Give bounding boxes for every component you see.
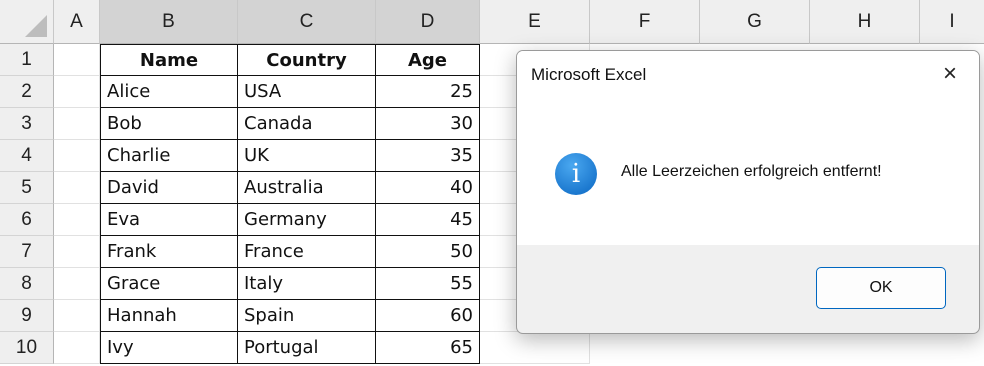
table-cell-country[interactable]: Canada	[238, 108, 376, 140]
table-cell-country[interactable]: Italy	[238, 268, 376, 300]
table-cell-name[interactable]: Alice	[100, 76, 238, 108]
dialog-title: Microsoft Excel	[531, 65, 647, 84]
cell-a7[interactable]	[54, 236, 100, 268]
table-cell-name[interactable]: Bob	[100, 108, 238, 140]
row-header-3[interactable]: 3	[0, 108, 54, 140]
column-header-d[interactable]: D	[376, 0, 480, 44]
cell-a9[interactable]	[54, 300, 100, 332]
table-header-age[interactable]: Age	[376, 44, 480, 76]
cell-a2[interactable]	[54, 76, 100, 108]
table-cell-age[interactable]: 40	[376, 172, 480, 204]
column-header-b[interactable]: B	[100, 0, 238, 44]
column-header-c[interactable]: C	[238, 0, 376, 44]
cell-a1[interactable]	[54, 44, 100, 76]
dialog-title-bar[interactable]: Microsoft Excel ×	[517, 51, 979, 101]
column-header-g[interactable]: G	[700, 0, 810, 44]
ok-button[interactable]: OK	[816, 267, 946, 309]
table-cell-name[interactable]: Ivy	[100, 332, 238, 364]
cell-a10[interactable]	[54, 332, 100, 364]
cell-a8[interactable]	[54, 268, 100, 300]
row-header-1[interactable]: 1	[0, 44, 54, 76]
table-cell-name[interactable]: Eva	[100, 204, 238, 236]
table-cell-name[interactable]: David	[100, 172, 238, 204]
table-cell-age[interactable]: 35	[376, 140, 480, 172]
table-cell-age[interactable]: 60	[376, 300, 480, 332]
info-icon: i	[555, 153, 597, 195]
column-header-h[interactable]: H	[810, 0, 920, 44]
message-dialog: Microsoft Excel × i Alle Leerzeichen erf…	[516, 50, 980, 334]
table-cell-name[interactable]: Hannah	[100, 300, 238, 332]
table-header-country[interactable]: Country	[238, 44, 376, 76]
table-cell-name[interactable]: Charlie	[100, 140, 238, 172]
table-cell-country[interactable]: Portugal	[238, 332, 376, 364]
select-all-corner[interactable]	[0, 0, 54, 44]
table-cell-country[interactable]: Spain	[238, 300, 376, 332]
table-header-name[interactable]: Name	[100, 44, 238, 76]
row-header-7[interactable]: 7	[0, 236, 54, 268]
row-header-10[interactable]: 10	[0, 332, 54, 364]
table-cell-age[interactable]: 30	[376, 108, 480, 140]
dialog-body: i Alle Leerzeichen erfolgreich entfernt!	[517, 101, 979, 245]
table-cell-country[interactable]: France	[238, 236, 376, 268]
table-cell-name[interactable]: Grace	[100, 268, 238, 300]
column-header-f[interactable]: F	[590, 0, 700, 44]
table-cell-country[interactable]: USA	[238, 76, 376, 108]
table-cell-age[interactable]: 65	[376, 332, 480, 364]
table-cell-country[interactable]: Germany	[238, 204, 376, 236]
cell-a6[interactable]	[54, 204, 100, 236]
cell-a5[interactable]	[54, 172, 100, 204]
table-cell-country[interactable]: UK	[238, 140, 376, 172]
cell-a3[interactable]	[54, 108, 100, 140]
row-header-2[interactable]: 2	[0, 76, 54, 108]
select-all-triangle-icon	[25, 15, 47, 37]
row-header-8[interactable]: 8	[0, 268, 54, 300]
row-header-6[interactable]: 6	[0, 204, 54, 236]
table-cell-age[interactable]: 55	[376, 268, 480, 300]
table-cell-country[interactable]: Australia	[238, 172, 376, 204]
column-header-e[interactable]: E	[480, 0, 590, 44]
table-cell-age[interactable]: 50	[376, 236, 480, 268]
column-header-i[interactable]: I	[920, 0, 984, 44]
close-icon[interactable]: ×	[937, 60, 963, 87]
cell-a4[interactable]	[54, 140, 100, 172]
column-header-a[interactable]: A	[54, 0, 100, 44]
table-cell-name[interactable]: Frank	[100, 236, 238, 268]
row-header-9[interactable]: 9	[0, 300, 54, 332]
cell-e10[interactable]	[480, 332, 590, 364]
table-cell-age[interactable]: 45	[376, 204, 480, 236]
table-cell-age[interactable]: 25	[376, 76, 480, 108]
row-header-4[interactable]: 4	[0, 140, 54, 172]
row-header-5[interactable]: 5	[0, 172, 54, 204]
dialog-message: Alle Leerzeichen erfolgreich entfernt!	[621, 163, 882, 180]
